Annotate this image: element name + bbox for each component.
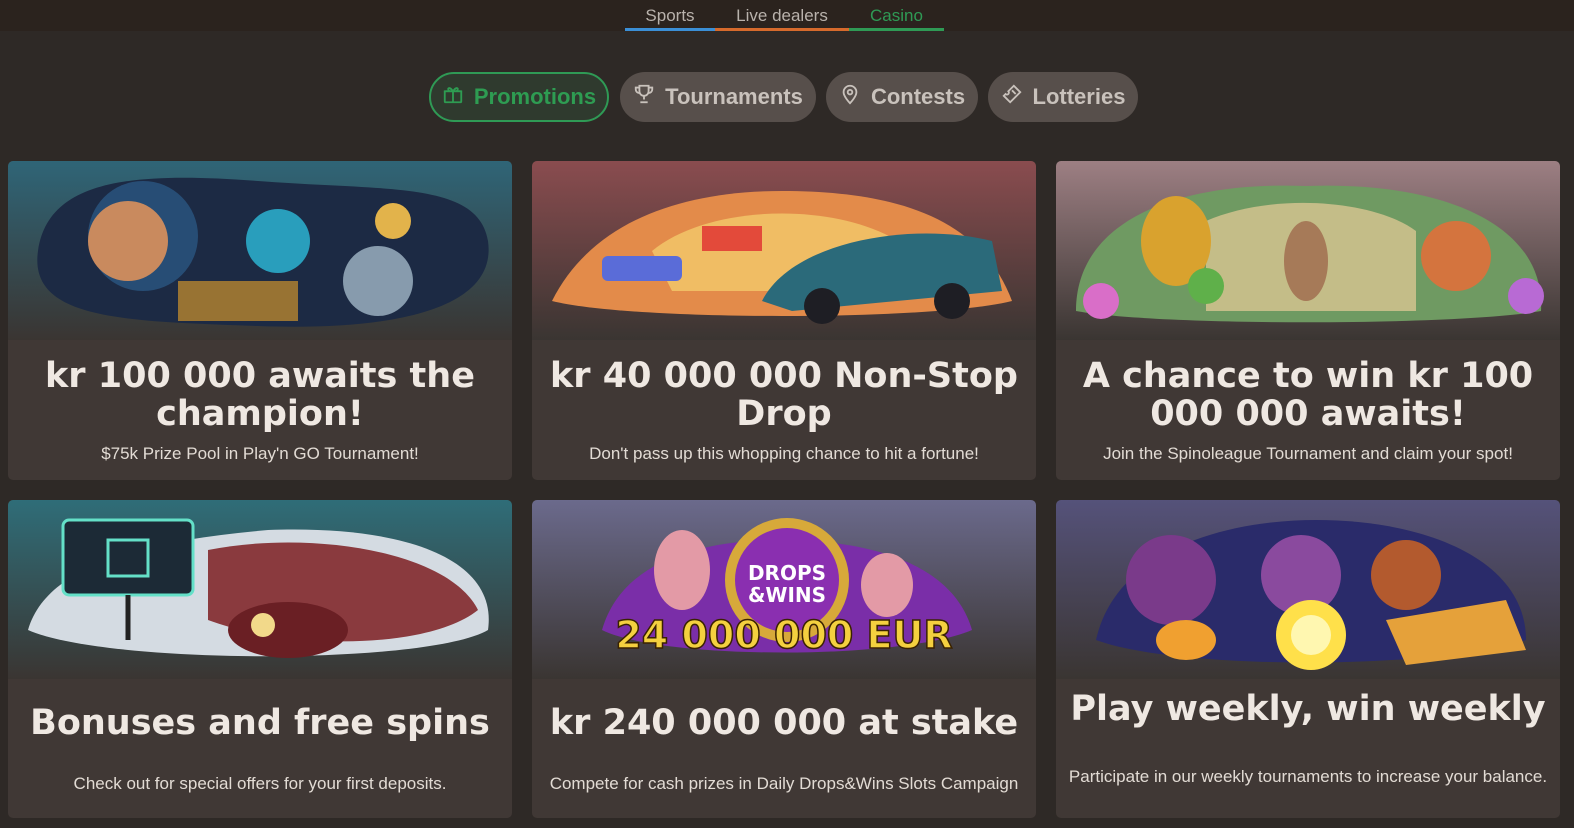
tab-sports-underline: [625, 28, 715, 31]
tab-live-dealers-label: Live dealers: [736, 6, 828, 25]
promo-title: Play weekly, win weekly: [1070, 689, 1546, 729]
trophy-icon: [633, 83, 655, 111]
filter-lotteries-label: Lotteries: [1032, 84, 1126, 109]
promo-banner-image: DROPS &WINS 24 000 000 EUR: [532, 500, 1036, 679]
drops-wins-logo-line2: &WINS: [748, 583, 826, 607]
promo-title: kr 240 000 000 at stake: [549, 703, 1019, 743]
promo-subtitle: Participate in our weekly tournaments to…: [1068, 767, 1548, 786]
promo-card-weekly[interactable]: Play weekly, win weekly Participate in o…: [1056, 500, 1560, 818]
promo-subtitle: Compete for cash prizes in Daily Drops&W…: [549, 774, 1019, 793]
filter-lotteries[interactable]: Lotteries: [988, 72, 1138, 122]
tab-live-underline: [715, 28, 849, 31]
tab-casino-label: Casino: [870, 6, 923, 25]
promo-title: kr 40 000 000 Non-Stop Drop: [550, 356, 1018, 434]
promo-card-bonuses[interactable]: Bonuses and free spins Check out for spe…: [8, 500, 512, 818]
ticket-icon: [1001, 83, 1023, 111]
tab-live-dealers[interactable]: Live dealers: [715, 0, 849, 31]
filter-contests-label: Contests: [870, 84, 966, 109]
top-nav: Sports Live dealers Casino: [0, 0, 1574, 31]
promo-subtitle: Join the Spinoleague Tournament and clai…: [1103, 444, 1513, 463]
promo-banner-image: [532, 161, 1036, 340]
promo-subtitle: Don't pass up this whopping chance to hi…: [589, 444, 979, 463]
filter-tournaments[interactable]: Tournaments: [620, 72, 816, 122]
promo-card-champion[interactable]: kr 100 000 awaits the champion! $75k Pri…: [8, 161, 512, 480]
promo-card-non-stop-drop[interactable]: kr 40 000 000 Non-Stop Drop Don't pass u…: [532, 161, 1036, 480]
promo-subtitle: $75k Prize Pool in Play'n GO Tournament!: [101, 444, 419, 463]
filter-promotions-label: Promotions: [473, 84, 597, 109]
filter-tournaments-label: Tournaments: [665, 84, 803, 109]
promo-title: Bonuses and free spins: [30, 703, 490, 743]
tab-sports-label: Sports: [645, 6, 695, 25]
promo-card-drops-wins[interactable]: DROPS &WINS 24 000 000 EUR kr 240 000 00…: [532, 500, 1036, 818]
promo-title: A chance to win kr 100 000 000 awaits!: [1082, 356, 1534, 434]
promo-subtitle: Check out for special offers for your fi…: [73, 774, 447, 793]
promo-banner-image: [8, 500, 512, 679]
promo-card-spinoleague[interactable]: A chance to win kr 100 000 000 awaits! J…: [1056, 161, 1560, 480]
promo-banner-image: [8, 161, 512, 340]
filter-contests[interactable]: Contests: [826, 72, 978, 122]
promo-banner-image: [1056, 161, 1560, 340]
promo-banner-image: [1056, 500, 1560, 679]
promo-title: kr 100 000 awaits the champion!: [45, 356, 475, 434]
tab-sports[interactable]: Sports: [625, 0, 715, 31]
gift-icon: [442, 83, 464, 111]
filter-promotions[interactable]: Promotions: [429, 72, 609, 122]
tab-casino-underline: [849, 28, 944, 31]
pin-icon: [839, 83, 861, 111]
tab-casino[interactable]: Casino: [849, 0, 944, 31]
drops-wins-logo-line1: DROPS: [748, 561, 826, 585]
banner-amount: 24 000 000 EUR: [615, 613, 952, 657]
